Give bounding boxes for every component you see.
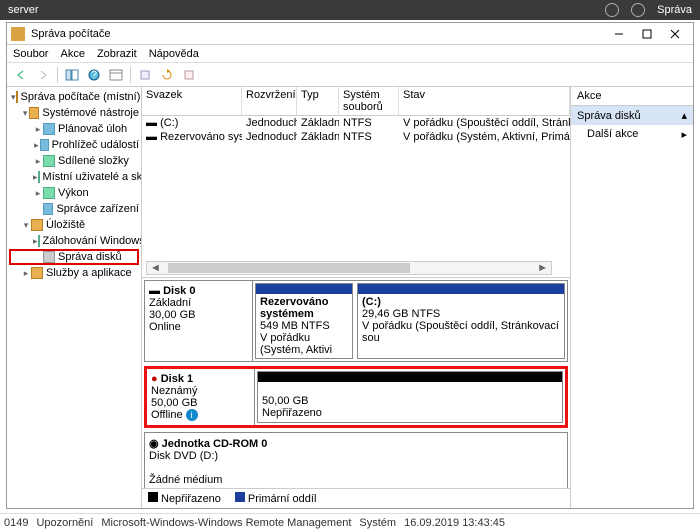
actions-selected[interactable]: Správa disků▴: [571, 106, 693, 125]
tree-disk-management[interactable]: Správa disků: [9, 249, 139, 265]
tree-task-scheduler[interactable]: ▸Plánovač úloh: [9, 121, 139, 137]
horizontal-scrollbar[interactable]: ◄►: [146, 261, 552, 275]
tree-device-manager[interactable]: Správce zařízení: [9, 201, 139, 217]
svg-text:?: ?: [91, 69, 97, 81]
actions-header: Akce: [571, 87, 693, 106]
disk-0-label: ▬ Disk 0 Základní 30,00 GB Online: [145, 281, 253, 361]
window-title: Správa počítače: [31, 28, 605, 40]
event-status-row: 0149 Upozornění Microsoft-Windows-Window…: [0, 513, 700, 531]
status-code: 0149: [4, 517, 28, 529]
close-button[interactable]: [661, 25, 689, 43]
disk-graphical-view: ▬ Disk 0 Základní 30,00 GB Online Rezerv…: [142, 277, 570, 488]
help-button[interactable]: ?: [84, 65, 104, 85]
tree-system-tools[interactable]: ▾Systémové nástroje: [9, 105, 139, 121]
submenu-icon: ▸: [681, 128, 687, 141]
legend: Nepřiřazeno Primární oddíl: [142, 488, 570, 508]
volume-row[interactable]: ▬ (C:) Jednoduchý Základní NTFS V pořádk…: [142, 116, 570, 130]
collapse-icon: ▴: [681, 109, 687, 122]
forward-button[interactable]: [33, 65, 53, 85]
info-icon[interactable]: i: [186, 409, 198, 421]
tree-local-users[interactable]: ▸Místní uživatelé a skupi: [9, 169, 139, 185]
status-category: Systém: [359, 517, 396, 529]
extra1-button[interactable]: [135, 65, 155, 85]
disk-0-partition-system-reserved[interactable]: Rezervováno systémem549 MB NTFSV pořádku…: [255, 283, 353, 359]
tree-shared-folders[interactable]: ▸Sdílené složky: [9, 153, 139, 169]
tree-event-viewer[interactable]: ▸Prohlížeč událostí: [9, 137, 139, 153]
tree-windows-backup[interactable]: ▸Zálohování Windows Se: [9, 233, 139, 249]
nav-tree[interactable]: ▾Správa počítače (místní) ▾Systémové nás…: [7, 87, 142, 508]
app-icon: [11, 27, 25, 41]
maximize-button[interactable]: [633, 25, 661, 43]
status-source: Microsoft-Windows-Windows Remote Managem…: [101, 517, 351, 529]
volume-row[interactable]: ▬ Rezervováno systémem Jednoduchý Základ…: [142, 130, 570, 144]
extra2-button[interactable]: [179, 65, 199, 85]
menubar: Soubor Akce Zobrazit Nápověda: [7, 45, 693, 63]
status-time: 16.09.2019 13:43:45: [404, 517, 505, 529]
actions-pane: Akce Správa disků▴ Další akce▸: [571, 87, 693, 508]
server-manage-label[interactable]: Správa: [657, 4, 692, 16]
disk-0-row[interactable]: ▬ Disk 0 Základní 30,00 GB Online Rezerv…: [144, 280, 568, 362]
menu-file[interactable]: Soubor: [13, 48, 48, 60]
mmc-window: Správa počítače Soubor Akce Zobrazit Náp…: [6, 22, 694, 509]
actions-more[interactable]: Další akce▸: [571, 125, 693, 144]
server-top-bar: server Správa: [0, 0, 700, 20]
settings-icon[interactable]: [631, 3, 645, 17]
refresh-button[interactable]: [157, 65, 177, 85]
disk-1-label: ● Disk 1 Neznámý 50,00 GB Offline i: [147, 369, 255, 425]
tree-storage[interactable]: ▾Úložiště: [9, 217, 139, 233]
back-button[interactable]: [11, 65, 31, 85]
tree-performance[interactable]: ▸Výkon: [9, 185, 139, 201]
minimize-button[interactable]: [605, 25, 633, 43]
disk-1-unallocated[interactable]: 50,00 GBNepřiřazeno: [257, 371, 563, 423]
status-level: Upozornění: [36, 517, 93, 529]
tree-services[interactable]: ▸Služby a aplikace: [9, 265, 139, 281]
cdrom-row[interactable]: ◉ Jednotka CD-ROM 0 Disk DVD (D:) Žádné …: [144, 432, 568, 488]
main-pane: Svazek Rozvržení Typ Systém souborů Stav…: [142, 87, 571, 508]
menu-action[interactable]: Akce: [60, 48, 84, 60]
toolbar: ?: [7, 63, 693, 87]
disk-1-row[interactable]: ● Disk 1 Neznámý 50,00 GB Offline i 50,0…: [144, 366, 568, 428]
volume-header: Svazek Rozvržení Typ Systém souborů Stav: [142, 87, 570, 116]
cdrom-label: ◉ Jednotka CD-ROM 0 Disk DVD (D:) Žádné …: [145, 433, 567, 488]
titlebar: Správa počítače: [7, 23, 693, 45]
disk-0-partition-c[interactable]: (C:)29,46 GB NTFSV pořádku (Spouštěcí od…: [357, 283, 565, 359]
menu-help[interactable]: Nápověda: [149, 48, 199, 60]
refresh-icon[interactable]: [605, 3, 619, 17]
server-title: server: [8, 4, 39, 16]
show-hide-tree-button[interactable]: [62, 65, 82, 85]
tree-root[interactable]: ▾Správa počítače (místní): [9, 89, 139, 105]
menu-view[interactable]: Zobrazit: [97, 48, 137, 60]
view-button[interactable]: [106, 65, 126, 85]
volume-list[interactable]: Svazek Rozvržení Typ Systém souborů Stav…: [142, 87, 570, 277]
